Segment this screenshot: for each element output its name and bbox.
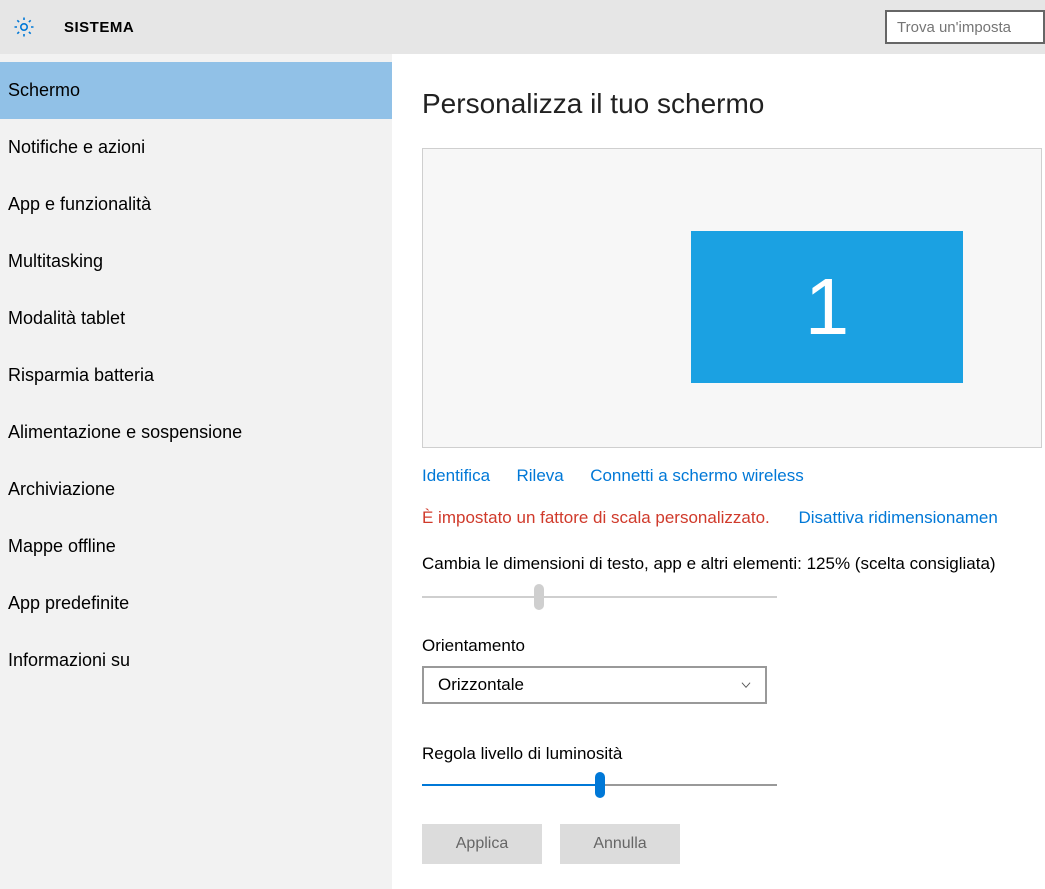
- search-input[interactable]: [885, 10, 1045, 44]
- sidebar-item-8[interactable]: Mappe offline: [0, 518, 392, 575]
- scale-slider[interactable]: [422, 586, 777, 608]
- sidebar-item-4[interactable]: Modalità tablet: [0, 290, 392, 347]
- brightness-slider[interactable]: [422, 774, 777, 796]
- detect-link[interactable]: Rileva: [517, 466, 564, 485]
- brightness-label: Regola livello di luminosità: [422, 744, 1045, 764]
- content-pane: Personalizza il tuo schermo 1 Identifica…: [392, 54, 1045, 889]
- sidebar: SchermoNotifiche e azioniApp e funzional…: [0, 54, 392, 889]
- sidebar-item-3[interactable]: Multitasking: [0, 233, 392, 290]
- sidebar-item-0[interactable]: Schermo: [0, 62, 392, 119]
- orientation-dropdown[interactable]: Orizzontale: [422, 666, 767, 704]
- sidebar-item-7[interactable]: Archiviazione: [0, 461, 392, 518]
- button-row: Applica Annulla: [422, 824, 1045, 864]
- sidebar-item-5[interactable]: Risparmia batteria: [0, 347, 392, 404]
- connect-wireless-link[interactable]: Connetti a schermo wireless: [590, 466, 804, 485]
- scale-warning-text: È impostato un fattore di scala personal…: [422, 508, 770, 527]
- display-preview-box[interactable]: 1: [422, 148, 1042, 448]
- sidebar-item-1[interactable]: Notifiche e azioni: [0, 119, 392, 176]
- orientation-label: Orientamento: [422, 636, 1045, 656]
- chevron-down-icon: [739, 678, 753, 692]
- display-tile-1[interactable]: 1: [691, 231, 963, 383]
- display-number: 1: [805, 261, 850, 353]
- scale-warning-row: È impostato un fattore di scala personal…: [422, 508, 1045, 528]
- identify-link[interactable]: Identifica: [422, 466, 490, 485]
- scale-label: Cambia le dimensioni di testo, app e alt…: [422, 554, 1045, 574]
- orientation-value: Orizzontale: [438, 675, 524, 695]
- sidebar-item-6[interactable]: Alimentazione e sospensione: [0, 404, 392, 461]
- page-title: Personalizza il tuo schermo: [422, 88, 1045, 120]
- gear-icon: [12, 15, 36, 39]
- sidebar-item-10[interactable]: Informazioni su: [0, 632, 392, 689]
- sidebar-item-9[interactable]: App predefinite: [0, 575, 392, 632]
- header-title: SISTEMA: [64, 19, 134, 36]
- sidebar-item-2[interactable]: App e funzionalità: [0, 176, 392, 233]
- display-links-row: Identifica Rileva Connetti a schermo wir…: [422, 466, 1045, 486]
- apply-button[interactable]: Applica: [422, 824, 542, 864]
- cancel-button[interactable]: Annulla: [560, 824, 680, 864]
- disable-scaling-link[interactable]: Disattiva ridimensionamen: [798, 508, 997, 527]
- header-bar: SISTEMA: [0, 0, 1045, 54]
